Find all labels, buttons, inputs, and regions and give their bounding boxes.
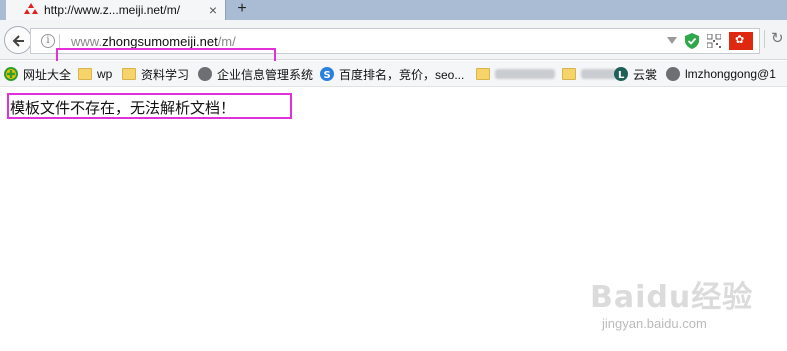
watermark-url: jingyan.baidu.com (602, 316, 707, 331)
url-prefix: www. (71, 34, 103, 49)
bookmark-item[interactable]: 网址大全 (4, 64, 71, 84)
bookmark-label: 资料学习 (141, 67, 190, 82)
tab-strip: http://www.z...meiji.net/m/ × + (0, 0, 787, 20)
svg-text:S: S (324, 70, 331, 81)
blurred-label (495, 69, 555, 79)
bookmark-label: 网址大全 (23, 67, 72, 82)
hong-kong-flag-icon[interactable]: ✿ (729, 32, 753, 50)
message-highlight-box (7, 93, 292, 119)
folder-icon (122, 68, 136, 80)
back-button[interactable] (4, 26, 32, 54)
bookmark-item[interactable]: lmzhonggong@1 (666, 64, 776, 84)
bookmark-label: 百度排名，竞价，seo... (339, 67, 465, 82)
qr-code-icon[interactable] (707, 34, 721, 48)
bookmark-label: 云裳 (633, 67, 658, 82)
blurred-label (581, 69, 617, 79)
s-logo-icon: S (320, 67, 334, 81)
folder-icon (562, 68, 576, 80)
folder-icon (78, 68, 92, 80)
url-text[interactable]: www.zhongsumomeiji.net/m/ (71, 34, 236, 49)
bookmark-item[interactable] (476, 64, 555, 84)
globe-icon (198, 67, 212, 81)
tab-close-icon[interactable]: × (209, 1, 217, 19)
plus-circle-icon (4, 67, 18, 81)
tab-title: http://www.z...meiji.net/m/ (44, 3, 181, 17)
bookmark-label: wp (97, 67, 113, 81)
bookmark-item[interactable] (562, 64, 617, 84)
shield-icon[interactable] (685, 33, 699, 49)
reload-icon[interactable]: ↻ (771, 31, 784, 47)
globe-icon (666, 67, 680, 81)
back-arrow-icon (12, 35, 24, 47)
favicon-icon (24, 3, 38, 14)
reload-separator (764, 30, 765, 48)
new-tab-button[interactable]: + (234, 0, 250, 20)
baidu-jingyan-watermark: Baidu经验 jingyan.baidu.com (590, 272, 780, 342)
l-logo-icon: L (614, 67, 628, 81)
bookmark-label: 企业信息管理系统 (217, 67, 314, 82)
bookmark-label: lmzhonggong@1 (685, 67, 776, 81)
folder-icon (476, 68, 490, 80)
bookmark-item[interactable]: wp (78, 64, 112, 84)
bookmark-item[interactable]: L 云裳 (614, 64, 657, 84)
bookmark-item[interactable]: 企业信息管理系统 (198, 64, 313, 84)
dropdown-icon[interactable] (667, 37, 677, 44)
url-path: /m/ (217, 34, 236, 49)
url-host: zhongsumomeiji.net (102, 34, 218, 49)
info-icon[interactable]: i (41, 34, 55, 48)
bookmark-item[interactable]: S 百度排名，竞价，seo... (320, 64, 464, 84)
bookmark-item[interactable]: 资料学习 (122, 64, 189, 84)
navigation-bar: i www.zhongsumomeiji.net/m/ ✿ (0, 20, 787, 77)
bookmarks-bar: 网址大全 wp 资料学习 企业信息管理系统 S 百度排名，竞价，seo... L… (0, 61, 787, 87)
browser-tab[interactable]: http://www.z...meiji.net/m/ × (6, 0, 226, 20)
svg-text:L: L (618, 70, 625, 81)
watermark-logo: Baidu经验 (590, 280, 754, 315)
